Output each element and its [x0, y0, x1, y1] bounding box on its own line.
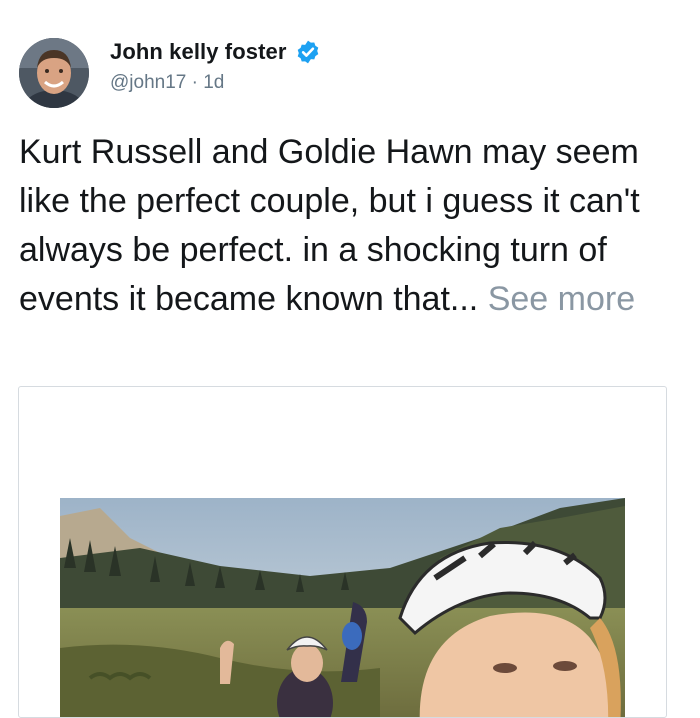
author-meta: @john17 · 1d — [110, 72, 224, 94]
author-handle[interactable]: @john17 — [110, 72, 186, 93]
meta-separator: · — [191, 72, 198, 93]
author-name[interactable]: John kelly foster — [110, 39, 287, 65]
media-card[interactable] — [18, 386, 667, 718]
tweet-timestamp[interactable]: 1d — [203, 72, 224, 93]
author-avatar-image — [19, 38, 89, 108]
author-avatar[interactable] — [19, 38, 89, 108]
verified-badge-icon — [297, 40, 318, 64]
tweet-body: Kurt Russell and Goldie Hawn may seem li… — [19, 128, 679, 324]
media-photo[interactable] — [60, 498, 625, 717]
author-name-row: John kelly foster — [110, 38, 321, 66]
photo-image — [60, 498, 625, 717]
see-more-link[interactable]: See more — [488, 280, 635, 318]
